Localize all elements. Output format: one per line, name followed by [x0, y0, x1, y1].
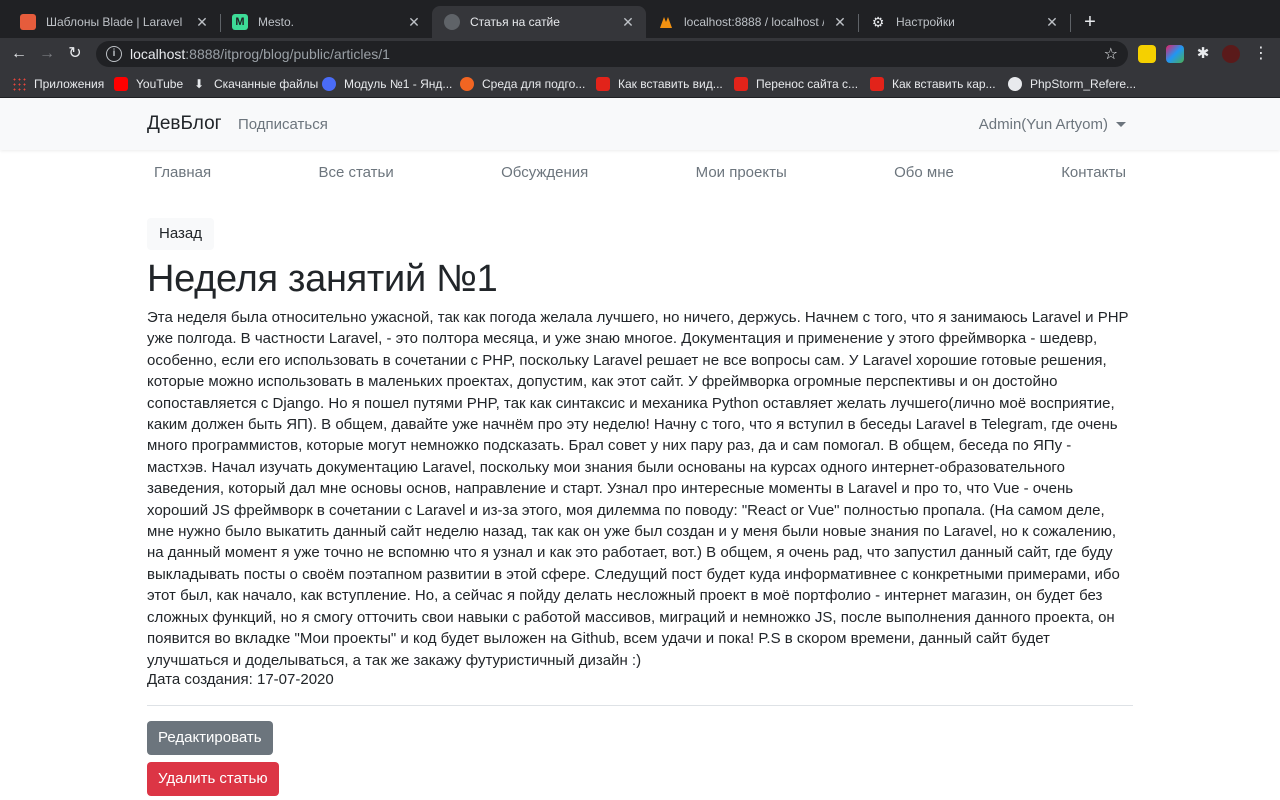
menu-item-discussions[interactable]: Обсуждения: [494, 164, 595, 188]
phpmyadmin-favicon-icon: [658, 14, 674, 30]
bookmarks-bar: Приложения YouTube ⬇ Скачанные файлы Мод…: [0, 70, 1280, 98]
menu-item-about[interactable]: Обо мне: [887, 164, 961, 188]
article-body: Эта неделя была относительно ужасной, та…: [147, 309, 1129, 669]
profile-avatar[interactable]: [1222, 45, 1240, 63]
bookmark-image[interactable]: Как вставить кар...: [870, 76, 996, 92]
bookmark-apps[interactable]: Приложения: [12, 76, 104, 92]
bookmark-label: Скачанные файлы: [214, 77, 319, 91]
kebab-menu-icon[interactable]: ⋮: [1250, 43, 1272, 65]
tab-phpmyadmin[interactable]: localhost:8888 / localhost / de ✕: [646, 6, 858, 38]
subscribe-link[interactable]: Подписаться: [238, 116, 328, 133]
tab-strip: Шаблоны Blade | Laravel по-р ✕ M Mesto. …: [0, 0, 1280, 38]
address-bar[interactable]: i localhost:8888/itprog/blog/public/arti…: [96, 41, 1128, 67]
bookmark-youtube[interactable]: YouTube: [114, 76, 183, 92]
download-icon: ⬇: [193, 77, 205, 91]
caret-down-icon: [1116, 122, 1126, 127]
tab-blade-templates[interactable]: Шаблоны Blade | Laravel по-р ✕: [8, 6, 220, 38]
close-icon[interactable]: ✕: [194, 14, 210, 30]
user-name: Admin(Yun Artyom): [978, 116, 1108, 133]
yandex-practicum-icon: [322, 77, 336, 91]
tab-title: Mesto.: [258, 15, 295, 29]
divider: [147, 705, 1133, 706]
tab-article-active[interactable]: Статья на сатйе ✕: [432, 6, 646, 38]
menu-item-all-articles[interactable]: Все статьи: [311, 164, 400, 188]
bookmark-label: Перенос сайта с...: [756, 77, 859, 91]
delete-article-button[interactable]: Удалить статью: [147, 762, 279, 796]
puzzle-extensions-icon[interactable]: ✱: [1194, 45, 1212, 63]
url-text: localhost:8888/itprog/blog/public/articl…: [130, 46, 390, 62]
menu-item-projects[interactable]: Мои проекты: [689, 164, 794, 188]
main-menu: Главная Все статьи Обсуждения Мои проект…: [147, 164, 1133, 188]
tab-title: Статья на сатйе: [470, 15, 560, 29]
bookmark-label: Среда для подго...: [482, 77, 586, 91]
back-arrow-icon[interactable]: ←: [8, 43, 30, 65]
tab-settings[interactable]: ⚙ Настройки ✕: [858, 6, 1070, 38]
bookmark-downloads[interactable]: ⬇ Скачанные файлы: [192, 76, 318, 92]
env-icon: [460, 77, 474, 91]
site-brand[interactable]: ДевБлог: [147, 113, 222, 135]
bookmark-migrate[interactable]: Перенос сайта с...: [734, 76, 858, 92]
url-path: :8888/itprog/blog/public/articles/1: [185, 46, 390, 62]
bookmark-env[interactable]: Среда для подго...: [460, 76, 585, 92]
url-host: localhost: [130, 46, 186, 62]
youtube-icon: [114, 77, 128, 91]
laravel-icon: [734, 77, 748, 91]
tab-title: Шаблоны Blade | Laravel по-р: [46, 15, 186, 29]
globe-favicon-icon: [444, 14, 460, 30]
menu-item-home[interactable]: Главная: [147, 164, 218, 188]
close-icon[interactable]: ✕: [1044, 14, 1060, 30]
laravel-icon: [870, 77, 884, 91]
tab-separator: [1070, 14, 1071, 32]
forward-arrow-icon[interactable]: →: [36, 43, 58, 65]
tab-title: Настройки: [896, 15, 955, 29]
reload-icon[interactable]: ↻: [64, 43, 86, 65]
globe-icon: [1008, 77, 1022, 91]
close-icon[interactable]: ✕: [620, 14, 636, 30]
browser-toolbar: ← → ↻ i localhost:8888/itprog/blog/publi…: [0, 38, 1280, 70]
bookmark-phpstorm[interactable]: PhpStorm_Refere...: [1008, 76, 1136, 92]
bookmark-star-icon[interactable]: ☆: [1104, 44, 1118, 64]
extension-color-icon[interactable]: [1166, 45, 1184, 63]
new-tab-plus-icon[interactable]: +: [1080, 12, 1100, 32]
user-dropdown[interactable]: Admin(Yun Artyom): [979, 116, 1126, 133]
bookmark-video[interactable]: Как вставить вид...: [596, 76, 723, 92]
bookmark-label: Как вставить вид...: [618, 77, 723, 91]
tab-mesto[interactable]: M Mesto. ✕: [220, 6, 432, 38]
back-button[interactable]: Назад: [147, 218, 214, 250]
web-page: ДевБлог Подписаться Admin(Yun Artyom) Гл…: [0, 98, 1280, 800]
edit-button[interactable]: Редактировать: [147, 721, 273, 755]
laravel-favicon-icon: [20, 14, 36, 30]
bookmark-module[interactable]: Модуль №1 - Янд...: [322, 76, 452, 92]
close-icon[interactable]: ✕: [406, 14, 422, 30]
bookmark-label: Приложения: [34, 77, 105, 91]
mesto-favicon-icon: M: [232, 14, 248, 30]
extension-icon[interactable]: [1138, 45, 1156, 63]
site-navbar: ДевБлог Подписаться Admin(Yun Artyom): [0, 98, 1280, 150]
bookmark-label: PhpStorm_Refere...: [1030, 77, 1137, 91]
apps-grid-icon: [12, 77, 26, 91]
laravel-icon: [596, 77, 610, 91]
gear-icon: ⚙: [871, 13, 885, 30]
creation-date: Дата создания: 17-07-2020: [147, 671, 334, 688]
bookmark-label: YouTube: [136, 77, 184, 91]
tab-title: localhost:8888 / localhost / de: [684, 15, 824, 29]
bookmark-label: Модуль №1 - Янд...: [344, 77, 453, 91]
article-title: Неделя занятий №1: [147, 258, 498, 300]
menu-item-contacts[interactable]: Контакты: [1054, 164, 1133, 188]
site-info-icon[interactable]: i: [106, 46, 122, 62]
close-icon[interactable]: ✕: [832, 14, 848, 30]
bookmark-label: Как вставить кар...: [892, 77, 996, 91]
